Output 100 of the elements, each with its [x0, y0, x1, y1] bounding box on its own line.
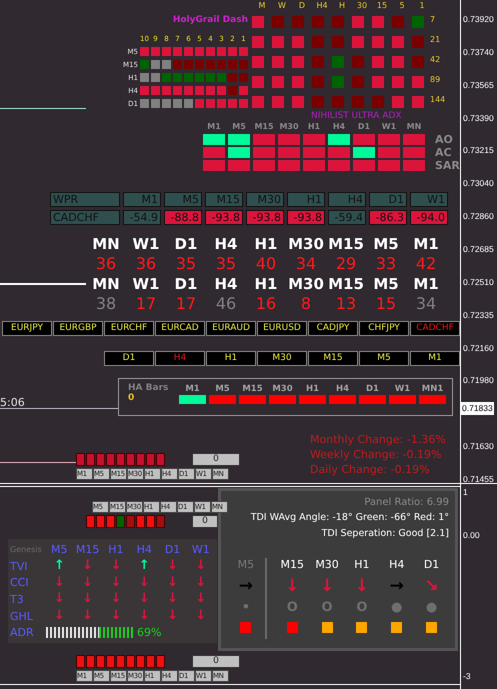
column-header: MN1	[422, 383, 444, 395]
arrow-icon: →	[390, 578, 404, 594]
timeframe-button[interactable]: M5	[359, 351, 409, 366]
table-header-cell: WPR	[50, 192, 120, 207]
timeframe-label: M5	[238, 558, 254, 571]
pair-button[interactable]: CADCHF	[410, 321, 460, 336]
column-header: M1	[206, 122, 222, 132]
arrow-icon: ↓	[195, 592, 206, 606]
price-label: 0.72160	[463, 342, 494, 354]
price-label: 0.73215	[463, 144, 494, 156]
timeframe-label: D1	[174, 234, 198, 254]
timeframe-label: M15	[280, 558, 304, 571]
timeframe-button[interactable]: H4	[155, 351, 205, 366]
column-header: 15	[376, 1, 388, 10]
bar-count: 0	[128, 393, 136, 403]
arrow-icon: ↓	[167, 559, 178, 573]
column-header: H1	[306, 383, 320, 395]
table-header-cell: M15	[205, 192, 243, 207]
column-header: M5	[50, 542, 69, 556]
arrow-icon: →	[238, 578, 254, 594]
row-label: GHL	[10, 610, 34, 623]
strength-value: 36	[94, 254, 118, 274]
table-cell: -88.8	[164, 210, 202, 225]
column-header: 1	[418, 1, 426, 10]
pair-button[interactable]: EURGBP	[53, 321, 103, 336]
timeframe-label: M1	[412, 274, 440, 294]
timeframe-label: M15	[327, 274, 365, 294]
pair-button[interactable]: EURAUD	[206, 321, 256, 336]
table-cell: -59.4	[328, 210, 366, 225]
price-label: 0.71455	[463, 472, 494, 485]
arrow-icon: ↓	[54, 609, 65, 624]
column-header: 5	[398, 1, 406, 10]
strength-value: 46	[214, 294, 238, 314]
dot-icon: •	[242, 601, 250, 615]
pair-button[interactable]: EURCAD	[155, 321, 205, 336]
strength-value: 35	[214, 254, 238, 274]
adr-reading: 69%	[137, 626, 162, 640]
table-header-cell: M5	[164, 192, 202, 207]
strength-value: 42	[414, 254, 438, 274]
arrow-icon: ↑	[54, 559, 65, 573]
table-header-cell: D1	[369, 192, 407, 207]
strength-value: 17	[174, 294, 198, 314]
column-header: M	[258, 1, 266, 10]
column-header: M15	[253, 122, 275, 132]
strength-value: 40	[254, 254, 278, 274]
table-cell: -93.8	[246, 210, 284, 225]
column-header: M30	[272, 383, 293, 395]
table-cell: -93.8	[287, 210, 325, 225]
indicator-scale-label: 0.00	[463, 529, 480, 541]
column-header: H4	[315, 1, 329, 10]
pair-button[interactable]: EURCHF	[104, 321, 154, 336]
pair-button[interactable]: EURJPY	[2, 321, 52, 336]
price-label: 0.73390	[463, 112, 494, 124]
price-label: 0.71630	[463, 440, 494, 452]
panel-ratio-text: Panel Ratio: 6.99	[363, 496, 449, 510]
price-label: 0.72510	[463, 276, 494, 288]
arrow-icon: ↓	[110, 609, 122, 624]
row-label: T3	[10, 592, 25, 606]
table-cell: -94.0	[410, 210, 448, 225]
price-label: 0.73040	[463, 177, 494, 190]
timeframe-button[interactable]: M30	[257, 351, 307, 366]
arrow-icon: ↓	[138, 576, 150, 590]
column-header: D1	[164, 542, 182, 556]
separation-text: TDI Seperation: Good [2.1]	[320, 527, 449, 541]
timeframe-label: D1	[424, 558, 440, 571]
pair-button[interactable]: CADJPY	[308, 321, 358, 336]
column-header: W1	[190, 542, 211, 556]
current-price-label: 0.71833	[461, 402, 494, 415]
timeframe-label: MN	[91, 234, 121, 254]
count-field: 0	[192, 655, 240, 668]
column-header: H1	[107, 542, 125, 556]
arrow-icon: ↓	[285, 578, 300, 594]
row-label: SAR	[435, 160, 460, 171]
pair-button[interactable]: CHFJPY	[359, 321, 409, 336]
column-header: D	[298, 1, 306, 10]
price-label: 0.71980	[463, 374, 494, 386]
timeframe-button[interactable]: M1	[410, 351, 460, 366]
period-label: 89	[430, 74, 442, 84]
indicator-scale-label: -3	[463, 670, 471, 682]
strength-value: 36	[134, 254, 158, 274]
timeframe-label: H1	[354, 558, 370, 571]
timeframe-button[interactable]: H1	[206, 351, 256, 366]
timeframe-label: H1	[254, 234, 278, 254]
time-label: 5:06	[0, 396, 25, 409]
timeframe-button[interactable]: D1	[104, 351, 154, 366]
arrow-icon: ↓	[138, 609, 150, 624]
arrow-icon: ↓	[138, 592, 150, 606]
arrow-icon: ↓	[110, 576, 122, 590]
pair-button[interactable]: EURUSD	[257, 321, 307, 336]
table-cell: -86.3	[369, 210, 407, 225]
strength-value: 15	[374, 294, 398, 314]
arrow-icon: ↓	[110, 559, 122, 573]
dot-icon: ●	[426, 601, 438, 615]
column-header: H4	[136, 542, 153, 556]
arrow-icon: ↓	[320, 578, 334, 594]
change-text: Daily Change: -0.19%	[310, 462, 431, 477]
price-label: 0.73920	[463, 13, 494, 25]
timeframe-button[interactable]: M15	[308, 351, 358, 366]
column-header: W	[277, 1, 287, 10]
strength-value: 33	[374, 254, 398, 274]
